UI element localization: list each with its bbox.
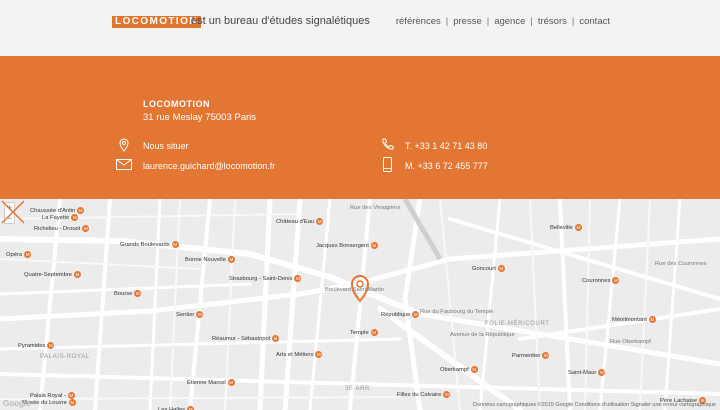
map-label: La Fayette M [42, 214, 79, 222]
metro-station-icon[interactable]: M [24, 251, 32, 258]
location-pin-icon [119, 138, 129, 152]
envelope-icon [116, 159, 132, 170]
metro-station-icon[interactable]: M [574, 224, 582, 231]
map-label: Goncourt M [472, 265, 505, 273]
metro-station-icon[interactable]: M [542, 352, 550, 359]
map-label: Étienne Marcel M [187, 379, 235, 387]
map-label: Bonne Nouvelle M [185, 256, 235, 264]
map-attribution[interactable]: Données cartographiques ©2015 Google Con… [473, 402, 716, 408]
nav-references[interactable]: références [396, 16, 441, 27]
map-label: Quatre-Septembre M [24, 271, 82, 279]
company-name: LOCOMOTION [143, 99, 210, 109]
close-icon[interactable] [0, 199, 26, 225]
phone-icon [382, 138, 394, 150]
metro-station-icon[interactable]: M [370, 242, 378, 249]
map-label: Belleville M [550, 224, 582, 232]
metro-station-icon[interactable]: M [47, 342, 55, 349]
metro-station-icon[interactable]: M [196, 311, 204, 318]
main-nav: références | presse | agence | trésors |… [396, 16, 610, 27]
map-label: Chaussée d'Antin M [30, 207, 85, 215]
nav-tresors[interactable]: trésors [538, 16, 567, 27]
map[interactable]: Chaussée d'Antin M La Fayette M Richelieu - … [0, 199, 720, 410]
map-canvas[interactable] [0, 199, 720, 410]
locate-link[interactable]: Nous situer [143, 141, 189, 151]
map-label: Parmentier M [512, 352, 550, 360]
map-label: Pyramides M [18, 342, 55, 350]
map-label: Avenue de la République [450, 332, 515, 338]
metro-station-icon[interactable]: M [294, 275, 302, 282]
map-label: Strasbourg - Saint-Denis M [229, 275, 302, 283]
map-label: 3E ARR. [345, 386, 373, 392]
metro-station-icon[interactable]: M [370, 329, 378, 336]
tagline: est un bureau d'études signalétiques [191, 15, 370, 27]
metro-station-icon[interactable]: M [412, 311, 420, 318]
locomotion-logo[interactable]: LOCOMOTION [112, 16, 201, 28]
map-label: Sentier M [176, 311, 204, 319]
google-logo: Google [3, 399, 31, 408]
map-label: République M [381, 311, 420, 319]
map-label: Rue des Vinaigriers [350, 205, 401, 211]
map-label: Bourse M [114, 290, 142, 298]
map-label: Jacques Bonsergent M [316, 242, 378, 250]
map-label: Les HallesM [158, 406, 195, 410]
map-label: Arts et Métiers M [276, 351, 323, 359]
metro-station-icon[interactable]: M [68, 399, 76, 406]
mobile-icon [383, 157, 392, 172]
metro-station-icon[interactable]: M [443, 391, 451, 398]
contact-band: LOCOMOTION 31 rue Meslay 75003 Paris Nou… [0, 56, 720, 199]
metro-station-icon[interactable]: M [227, 379, 235, 386]
map-label: Saint-Maur M [568, 369, 606, 377]
map-label: Rue des Couronnes [655, 261, 707, 267]
metro-station-icon[interactable]: M [648, 316, 656, 323]
map-label: Richelieu - Drouot M [34, 225, 90, 233]
map-label: PALAIS-ROYAL [40, 354, 90, 360]
map-label: Boulevard Saint-Martin [325, 287, 384, 293]
metro-station-icon[interactable]: M [134, 290, 142, 297]
email-link[interactable]: laurence.guichard@locomotion.fr [143, 161, 275, 171]
nav-separator: | [486, 16, 490, 27]
mobile-number[interactable]: M. +33 6 72 455 777 [405, 161, 488, 171]
map-label: Grands Boulevards M [120, 241, 179, 249]
nav-agence[interactable]: agence [494, 16, 525, 27]
map-label: Ménilmontant M [612, 316, 656, 324]
map-label: Oberkampf M [440, 366, 478, 374]
nav-separator: | [571, 16, 575, 27]
map-label: FOLIE-MÉRICOURT [485, 321, 550, 327]
nav-contact[interactable]: contact [579, 16, 610, 27]
map-label: Temple M [350, 329, 378, 337]
metro-station-icon[interactable]: M [77, 207, 85, 214]
metro-station-icon[interactable]: M [227, 256, 235, 263]
metro-station-icon[interactable]: M [67, 392, 75, 399]
phone-number[interactable]: T. +33 1 42 71 43 80 [405, 141, 487, 151]
metro-station-icon[interactable]: M [598, 369, 606, 376]
metro-station-icon[interactable]: M [272, 335, 279, 342]
metro-station-icon[interactable]: M [187, 406, 195, 410]
company-address: 31 rue Meslay 75003 Paris [143, 112, 257, 123]
site-header: LOCOMOTION est un bureau d'études signal… [0, 0, 720, 42]
map-label: Couronnes M [582, 277, 620, 285]
metro-station-icon[interactable]: M [71, 214, 79, 221]
nav-separator: | [445, 16, 449, 27]
map-label: Château d'Eau M [276, 218, 324, 226]
metro-station-icon[interactable]: M [316, 218, 324, 225]
metro-station-icon[interactable]: M [315, 351, 323, 358]
map-label: Filles du Calvaire M [397, 391, 451, 399]
metro-station-icon[interactable]: M [171, 241, 179, 248]
map-label: Rue du Faubourg du Temple [420, 309, 494, 315]
metro-station-icon[interactable]: M [470, 366, 478, 373]
metro-station-icon[interactable]: M [82, 225, 90, 232]
metro-station-icon[interactable]: M [74, 271, 82, 278]
map-label: Rue Oberkampf [610, 339, 651, 345]
map-label: Réaumur - Sébastopol M [212, 335, 279, 343]
nav-separator: | [530, 16, 533, 27]
map-label: Palais Royal -M [30, 392, 75, 400]
map-label: Opéra M [6, 251, 32, 259]
metro-station-icon[interactable]: M [497, 265, 505, 272]
metro-station-icon[interactable]: M [612, 277, 620, 284]
nav-presse[interactable]: presse [453, 16, 482, 27]
